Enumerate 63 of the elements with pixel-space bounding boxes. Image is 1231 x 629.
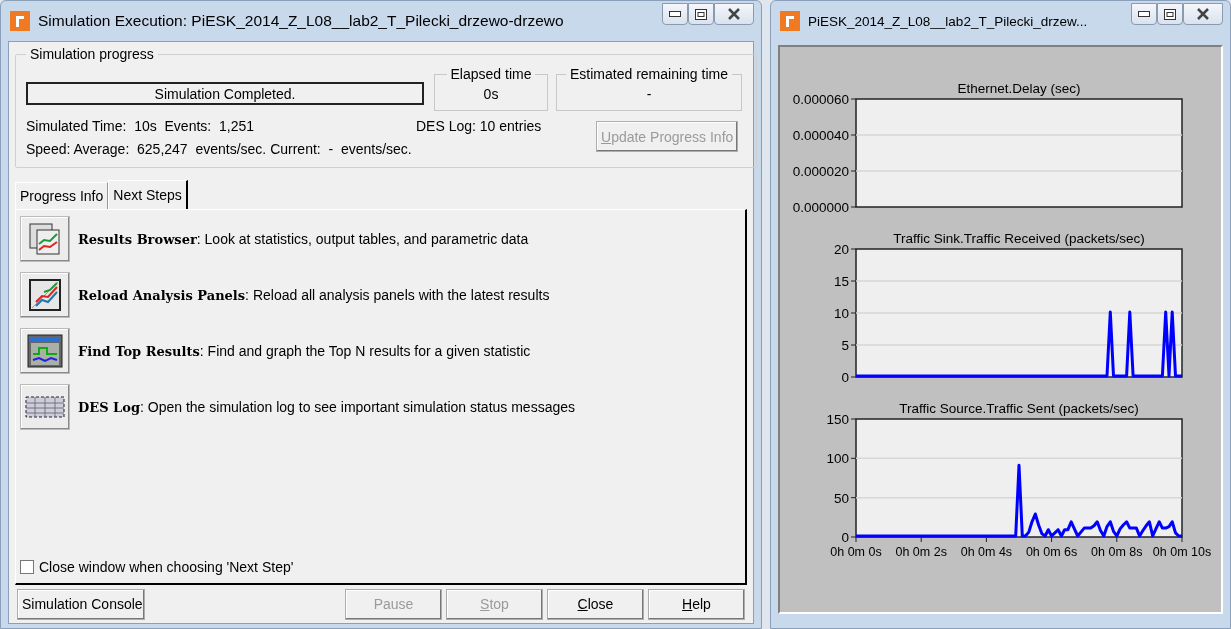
minimize-button[interactable] <box>1131 3 1157 25</box>
axis-tick-label: 0h 0m 10s <box>1152 545 1212 559</box>
step-description: Find Top Results: Find and graph the Top N results for a given statistic <box>78 343 531 359</box>
axis-tick-label: 0.000020 <box>792 164 849 179</box>
axis-tick-label: 0h 0m 4s <box>960 545 1013 559</box>
chart-title: Traffic Sink.Traffic Received (packets/sec) <box>893 231 1145 246</box>
progress-status: Simulation Completed. <box>26 82 424 105</box>
dialog-button[interactable]: Help <box>648 588 745 620</box>
maximize-icon <box>1164 8 1176 20</box>
axis-tick-label: 15 <box>833 274 849 289</box>
axis-tick-label: 0.000000 <box>792 200 849 215</box>
dialog-button[interactable]: Close <box>547 588 644 620</box>
stats-text: Simulated Time: 10s Events: 1,251 <box>26 117 255 136</box>
step-description: Reload Analysis Panels: Reload all analysis panels with the latest results <box>78 287 550 303</box>
window-title: PiESK_2014_Z_L08__lab2_T_Pilecki_drzew... <box>808 13 1089 29</box>
line-graph-icon <box>28 278 62 312</box>
axis-tick-label: 0 <box>841 530 849 545</box>
chart-title: Traffic Source.Traffic Sent (packets/sec) <box>899 401 1139 416</box>
step-description: Results Browser: Look at statistics, output tables, and parametric data <box>78 231 529 247</box>
step-button[interactable] <box>20 272 70 318</box>
step-description: DES Log: Open the simulation log to see important simulation status messages <box>78 399 575 415</box>
chart-table-icon <box>28 222 62 256</box>
dialog-button[interactable]: Simulation Console <box>17 588 145 620</box>
close-icon <box>1196 8 1210 20</box>
app-logo-icon <box>10 11 30 31</box>
des-log-count: DES Log: 10 entries <box>416 117 543 136</box>
window-title: Simulation Execution: PiESK_2014_Z_L08__lab2_T_Pilecki_drzewo-drzewo <box>38 12 565 30</box>
close-button[interactable] <box>714 3 754 25</box>
close-button[interactable] <box>1183 3 1223 25</box>
group-title: Elapsed time <box>449 66 533 82</box>
close-icon <box>727 8 741 20</box>
axis-tick-label: 10 <box>833 306 849 321</box>
minimize-icon <box>669 11 681 17</box>
graph-window-icon <box>27 334 63 368</box>
close-window-checkbox[interactable]: Close window when choosing 'Next Step' <box>20 559 294 575</box>
group-title: Simulation progress <box>29 46 155 62</box>
axis-tick-label: 0h 0m 8s <box>1091 545 1143 559</box>
maximize-button[interactable] <box>1157 3 1183 25</box>
axis-tick-label: 0h 0m 0s <box>830 545 882 559</box>
group-title: Estimated remaining time <box>569 66 729 82</box>
maximize-icon <box>695 8 707 20</box>
app-logo-icon <box>780 11 800 31</box>
minimize-button[interactable] <box>662 3 688 25</box>
maximize-button[interactable] <box>688 3 714 25</box>
elapsed-value: 0s <box>482 85 500 104</box>
axis-tick-label: 0.000060 <box>792 92 849 107</box>
remaining-value: - <box>645 85 653 104</box>
log-table-icon <box>25 396 65 418</box>
chart-title: Ethernet.Delay (sec) <box>957 81 1081 96</box>
axis-tick-label: 100 <box>826 451 849 467</box>
axis-tick-label: 0h 0m 2s <box>895 545 947 559</box>
axis-tick-label: 0.000040 <box>792 128 849 143</box>
stats-text: Speed: Average: 625,247 events/sec. Current: - events/sec. <box>26 140 413 159</box>
axis-tick-label: 5 <box>841 338 849 353</box>
tab[interactable]: Next Steps <box>108 180 188 209</box>
tab[interactable]: Progress Info <box>15 182 109 209</box>
axis-tick-label: 0 <box>841 370 849 385</box>
step-button[interactable] <box>20 328 70 374</box>
minimize-icon <box>1138 11 1150 17</box>
axis-tick-label: 150 <box>826 412 849 427</box>
axis-tick-label: 0h 0m 6s <box>1025 545 1078 559</box>
axis-tick-label: 20 <box>833 242 849 257</box>
axis-tick-label: 50 <box>833 490 849 506</box>
